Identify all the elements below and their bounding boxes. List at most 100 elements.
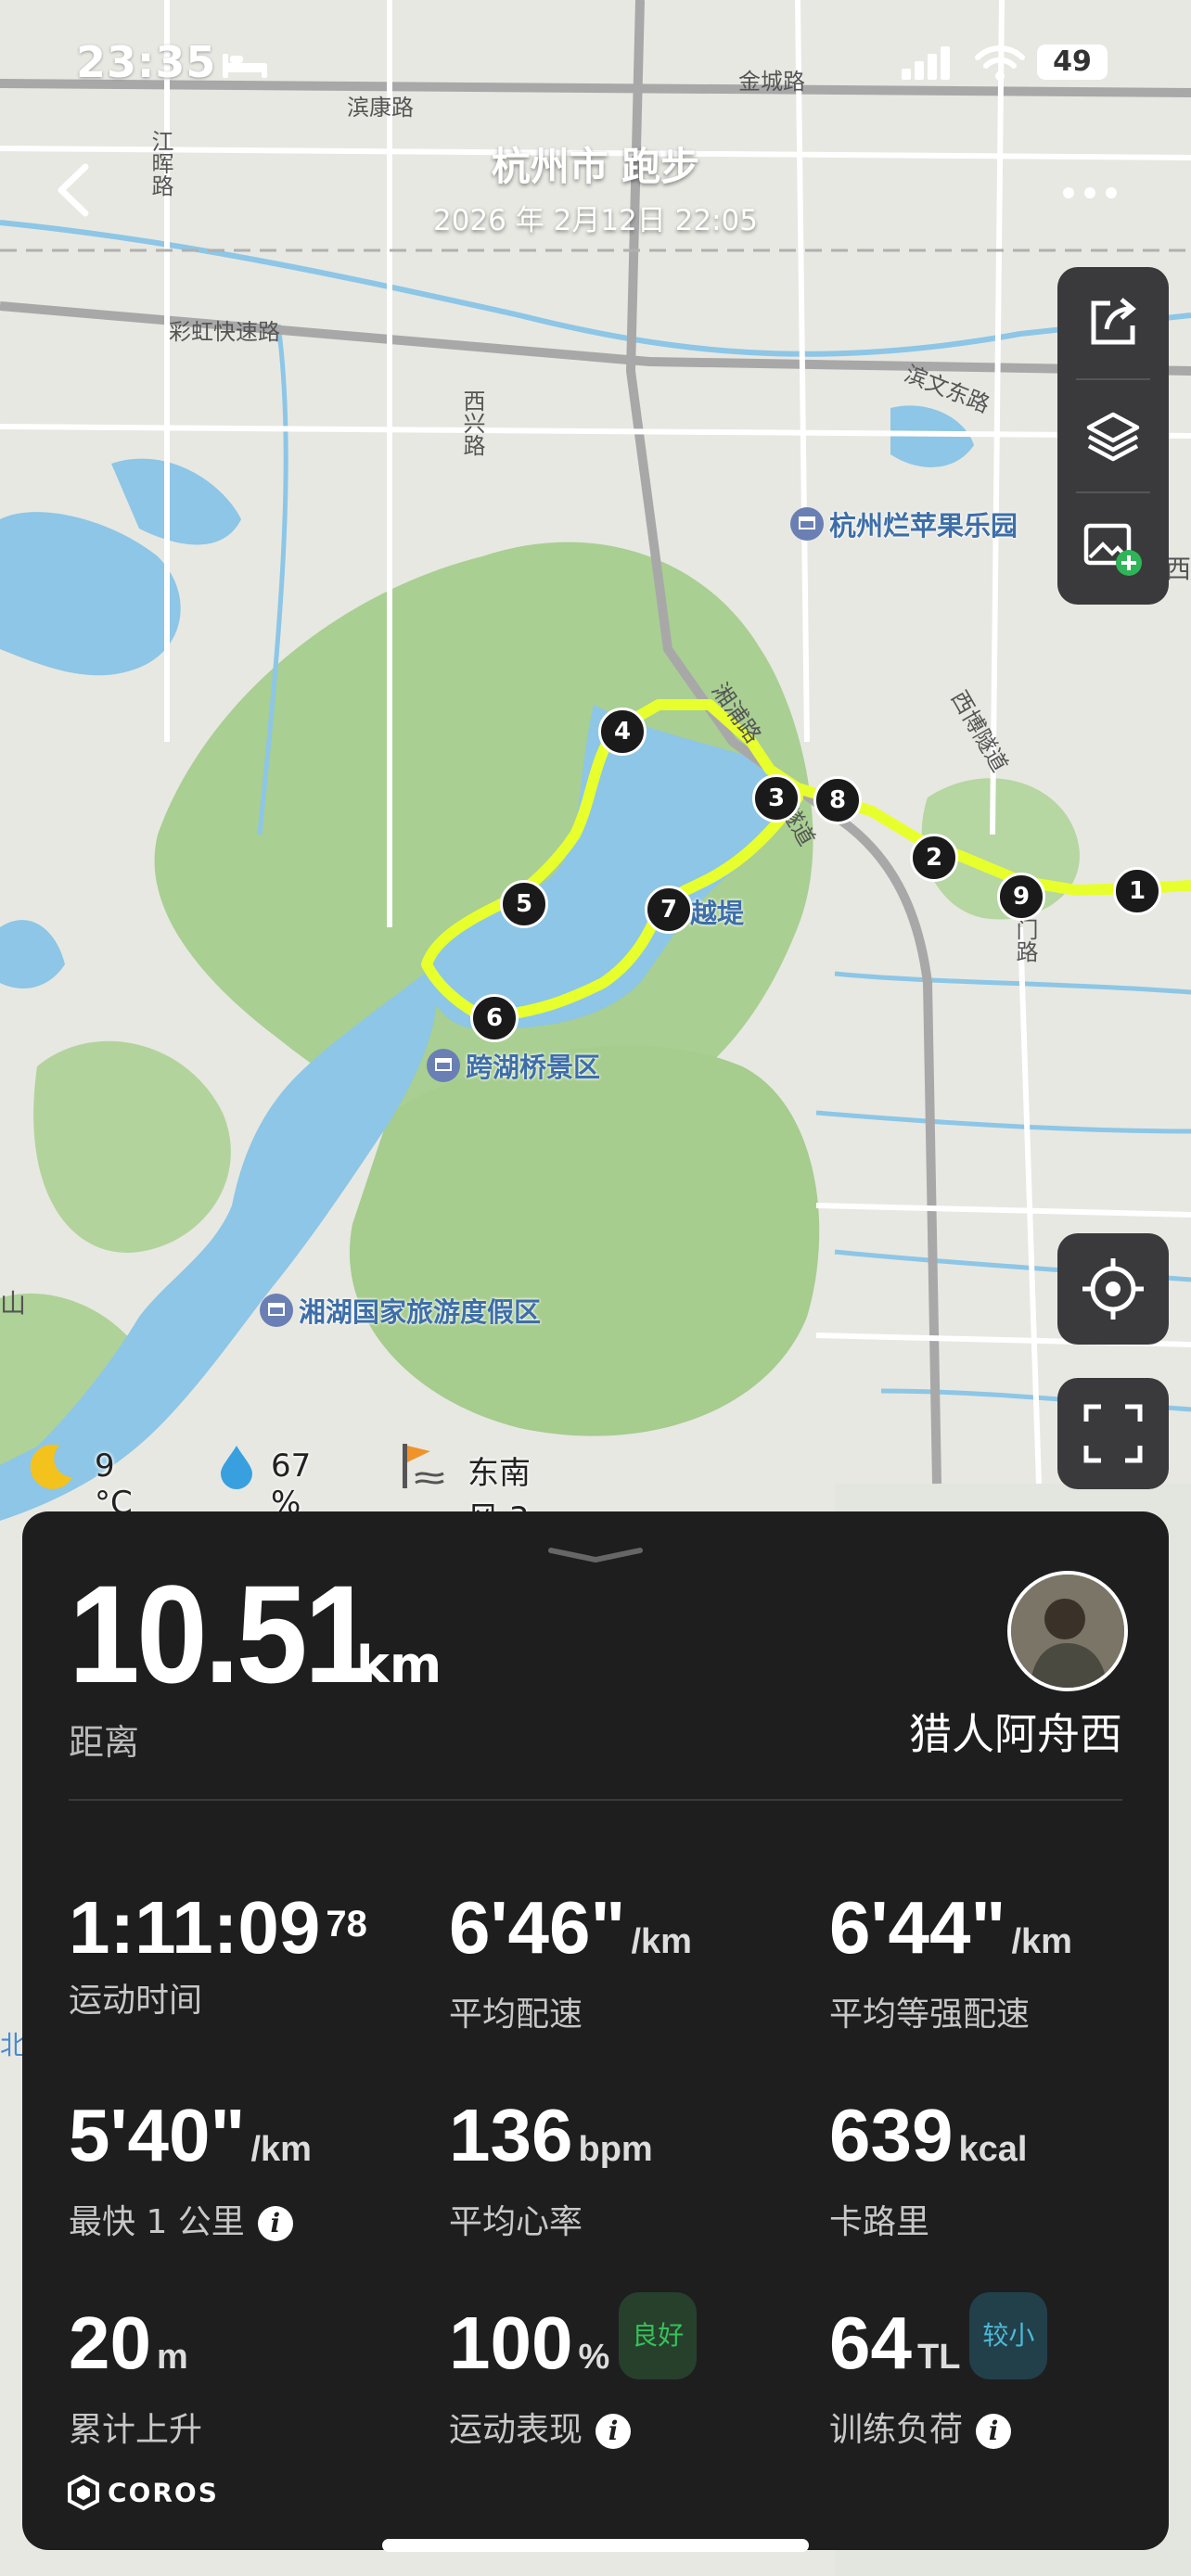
map-layers-button[interactable]: [1057, 380, 1169, 491]
stat-label: 训练负荷: [829, 2411, 964, 2449]
humidity: 67 %: [271, 1447, 312, 1522]
poi-lanpingguo[interactable]: 杭州烂苹果乐园: [790, 504, 1018, 543]
wind-flag-icon: [403, 1444, 444, 1488]
road-label-caihong: 彩虹快速路: [169, 319, 280, 345]
stat-value: 639: [829, 2094, 954, 2176]
scenic-icon: [260, 1294, 293, 1327]
poi-kuahuqiao[interactable]: 跨湖桥景区: [427, 1046, 600, 1085]
status-badge: 良好: [619, 2291, 698, 2379]
stat-calories: 639 kcal 卡路里: [829, 2094, 1182, 2243]
stat-label: 卡路里: [829, 2203, 930, 2241]
distance-value: 10.51: [69, 1556, 376, 1712]
user-photo: [1011, 1575, 1124, 1688]
stat-label: 平均配速: [449, 1996, 583, 2034]
km-marker-3[interactable]: 3: [752, 774, 800, 823]
activity-datetime: 2026 年 2月12日 22:05: [433, 204, 758, 237]
drag-handle[interactable]: [547, 1547, 644, 1563]
stat-elevation-gain: 20 m 累计上升: [69, 2302, 421, 2451]
stat-centiseconds: 78: [326, 1904, 367, 1945]
stat-value: 1:11:09: [69, 1886, 321, 1969]
map-toolbar: [1057, 267, 1169, 605]
stat-label: 平均等强配速: [829, 1996, 1031, 2034]
brand-name: COROS: [108, 2477, 219, 2508]
stat-value: 136: [449, 2094, 573, 2176]
info-icon[interactable]: i: [976, 2414, 1012, 2449]
edge-label-xi: 西: [1165, 554, 1191, 584]
stat-avg-heart-rate: 136 bpm 平均心率: [449, 2094, 801, 2243]
road-label-xixing: 西兴路: [459, 389, 485, 456]
scenic-icon: [790, 507, 824, 541]
stat-label: 运动表现: [449, 2411, 583, 2449]
brand-logo: COROS: [65, 2474, 219, 2511]
stat-value: 6'44": [829, 1886, 1006, 1969]
poi-label: 湘湖国家旅游度假区: [299, 1296, 542, 1328]
share-icon: [1091, 298, 1136, 345]
info-icon[interactable]: i: [257, 2206, 293, 2241]
poi-label: 跨湖桥景区: [466, 1052, 601, 1083]
add-photo-button[interactable]: [1057, 493, 1169, 605]
fullscreen-button[interactable]: [1057, 1378, 1169, 1489]
edge-label-shan: 山: [0, 1288, 27, 1319]
stat-unit: kcal: [958, 2130, 1028, 2169]
stat-unit: m: [156, 2338, 188, 2377]
km-marker-7[interactable]: 7: [645, 886, 693, 934]
distance-unit: km: [356, 1636, 442, 1694]
stat-avg-pace: 6'46"/km 平均配速: [449, 1886, 801, 2035]
stat-value: 20: [69, 2302, 151, 2384]
stat-label: 平均心率: [449, 2203, 583, 2241]
stat-value: 100: [449, 2302, 573, 2384]
temperature: 9 °C: [95, 1447, 133, 1522]
sleep-focus-icon: [223, 54, 267, 78]
stat-label: 最快 1 公里: [69, 2203, 245, 2241]
summary-panel: 10.51 km 距离 猎人阿舟西 1:11:09 78 运动时间 6'46"/k…: [22, 1511, 1169, 2550]
crosshair-icon: [1082, 1258, 1144, 1320]
humidity-icon: [221, 1446, 252, 1489]
stat-training-load: 64 TL较小 训练负荷 i: [829, 2291, 1182, 2451]
user-name: 猎人阿舟西: [909, 1709, 1122, 1759]
info-icon[interactable]: i: [596, 2414, 632, 2449]
stat-value: 5'40": [69, 2094, 246, 2176]
coros-logo-icon: [68, 2474, 99, 2511]
add-image-icon: [1083, 523, 1142, 576]
poi-yueti[interactable]: 越堤: [690, 892, 744, 931]
stat-duration: 1:11:09 78 运动时间: [69, 1886, 421, 2021]
stat-unit: /km: [250, 2130, 312, 2169]
status-badge: 较小: [969, 2291, 1048, 2379]
scenic-icon: [427, 1049, 460, 1082]
km-marker-5[interactable]: 5: [500, 880, 548, 928]
km-marker-6[interactable]: 6: [470, 994, 519, 1042]
share-button[interactable]: [1057, 267, 1169, 378]
stat-label: 运动时间: [69, 1982, 203, 2020]
km-marker-4[interactable]: 4: [598, 708, 647, 756]
stat-unit: TL: [916, 2338, 961, 2377]
poi-label: 杭州烂苹果乐园: [829, 510, 1018, 542]
road-label-men: 门路: [1012, 918, 1038, 963]
stat-unit: /km: [1011, 1922, 1072, 1961]
km-marker-1[interactable]: 1: [1113, 867, 1161, 915]
km-marker-8[interactable]: 8: [813, 776, 862, 824]
km-marker-2[interactable]: 2: [910, 834, 958, 882]
page-title: 杭州市 跑步: [491, 144, 700, 189]
locate-button[interactable]: [1057, 1233, 1169, 1345]
stat-unit: bpm: [578, 2130, 653, 2169]
distance-label: 距离: [69, 1722, 140, 1763]
stat-value: 6'46": [449, 1886, 626, 1969]
stat-fastest-km: 5'40"/km 最快 1 公里 i: [69, 2094, 421, 2243]
status-bar: 23:35 49: [0, 37, 1191, 102]
divider: [69, 1799, 1122, 1801]
stat-unit: %: [578, 2338, 610, 2377]
stat-label: 累计上升: [69, 2411, 203, 2449]
battery-indicator: 49: [1037, 45, 1108, 80]
cellular-signal-icon: [902, 46, 950, 80]
poi-xianghu-resort[interactable]: 湘湖国家旅游度假区: [260, 1291, 541, 1330]
km-marker-9[interactable]: 9: [997, 873, 1045, 921]
home-indicator[interactable]: [382, 2539, 809, 2552]
clock: 23:35: [76, 37, 217, 87]
stat-unit: /km: [631, 1922, 692, 1961]
more-options-button[interactable]: [1057, 182, 1122, 204]
avatar[interactable]: [1007, 1571, 1128, 1691]
stat-avg-adjusted-pace: 6'44"/km 平均等强配速: [829, 1886, 1182, 2035]
expand-icon: [1083, 1404, 1143, 1463]
wifi-icon: [975, 45, 1025, 81]
stat-value: 64: [829, 2302, 912, 2384]
